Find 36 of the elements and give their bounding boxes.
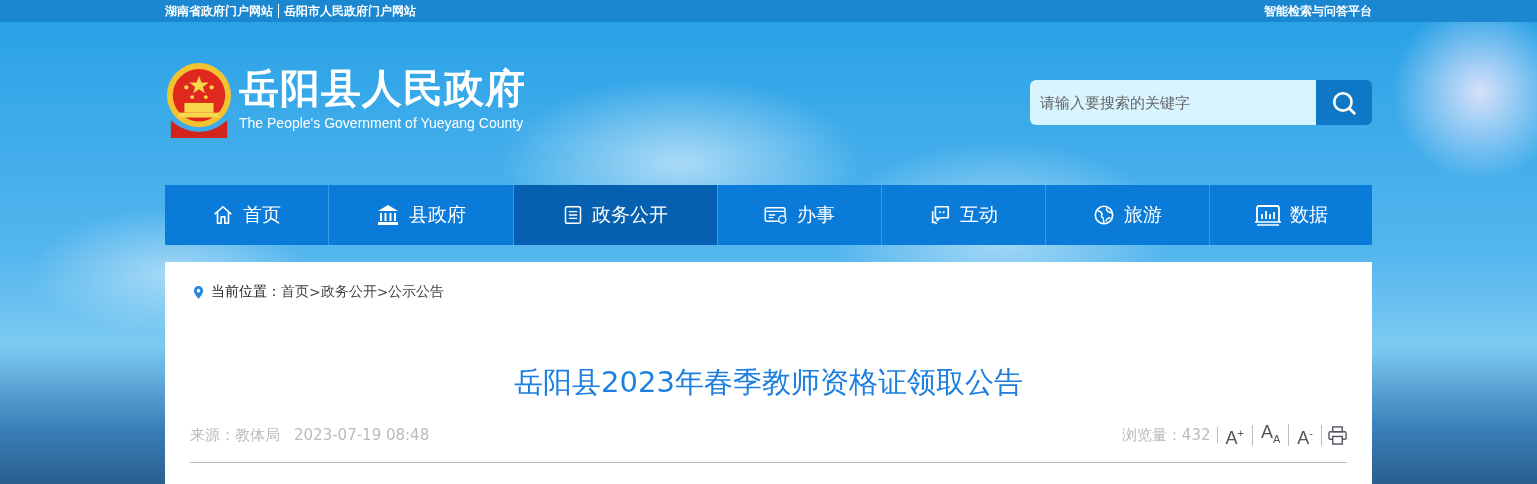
font-larger-button[interactable]: A$^{+}$ xyxy=(1217,424,1253,446)
card-icon xyxy=(764,206,788,224)
view-count: 浏览量：432 xyxy=(1121,427,1218,443)
site-subtitle: The People's Government of Yueyang County xyxy=(239,114,525,132)
breadcrumb-separator: > xyxy=(309,284,321,300)
nav-tab[interactable]: 数据 xyxy=(1209,185,1372,245)
search-button[interactable] xyxy=(1316,80,1372,125)
nav-tab[interactable]: 旅游 xyxy=(1045,185,1209,245)
nav-tab[interactable]: 首页 xyxy=(165,185,328,245)
chart-icon xyxy=(1254,204,1281,226)
document-icon xyxy=(563,204,583,226)
nav-tab[interactable]: 办事 xyxy=(717,185,881,245)
top-link[interactable]: 岳阳市人民政府门户网站 xyxy=(278,4,416,18)
nav-tab[interactable]: 互动 xyxy=(881,185,1045,245)
chat-icon xyxy=(929,204,951,226)
breadcrumb-label: 当前位置： xyxy=(211,283,281,301)
font-default-button[interactable]: A$_{A}$ xyxy=(1252,423,1290,447)
breadcrumb-separator: > xyxy=(376,284,389,300)
globe-icon xyxy=(1093,204,1115,226)
breadcrumb-link[interactable]: 政务公开 xyxy=(320,283,377,301)
building-icon xyxy=(376,203,400,227)
breadcrumb-link[interactable]: 公示公告 xyxy=(388,283,445,301)
location-pin-icon xyxy=(193,284,204,300)
search-field[interactable]: 请输入要搜索的关键字 xyxy=(1030,80,1316,125)
top-link[interactable]: 湖南省政府门户网站 xyxy=(165,4,273,18)
font-smaller-button[interactable]: A$^{-}$ xyxy=(1289,424,1322,446)
breadcrumb-link[interactable]: 首页 xyxy=(281,283,309,301)
printer-icon xyxy=(1328,425,1347,445)
article-source: 来源：教体局 xyxy=(190,425,280,445)
article-date: 2023-07-19 08:48 xyxy=(294,425,430,445)
search-icon xyxy=(1331,89,1357,116)
home-icon xyxy=(212,204,234,226)
site-title: 岳阳县人民政府 xyxy=(239,64,526,113)
top-link[interactable]: 智能检索与问答平台 xyxy=(1264,4,1372,18)
article-title: 岳阳县2023年春季教师资格证领取公告 xyxy=(513,364,1024,401)
nav-tab[interactable]: 政务公开 xyxy=(513,185,717,245)
